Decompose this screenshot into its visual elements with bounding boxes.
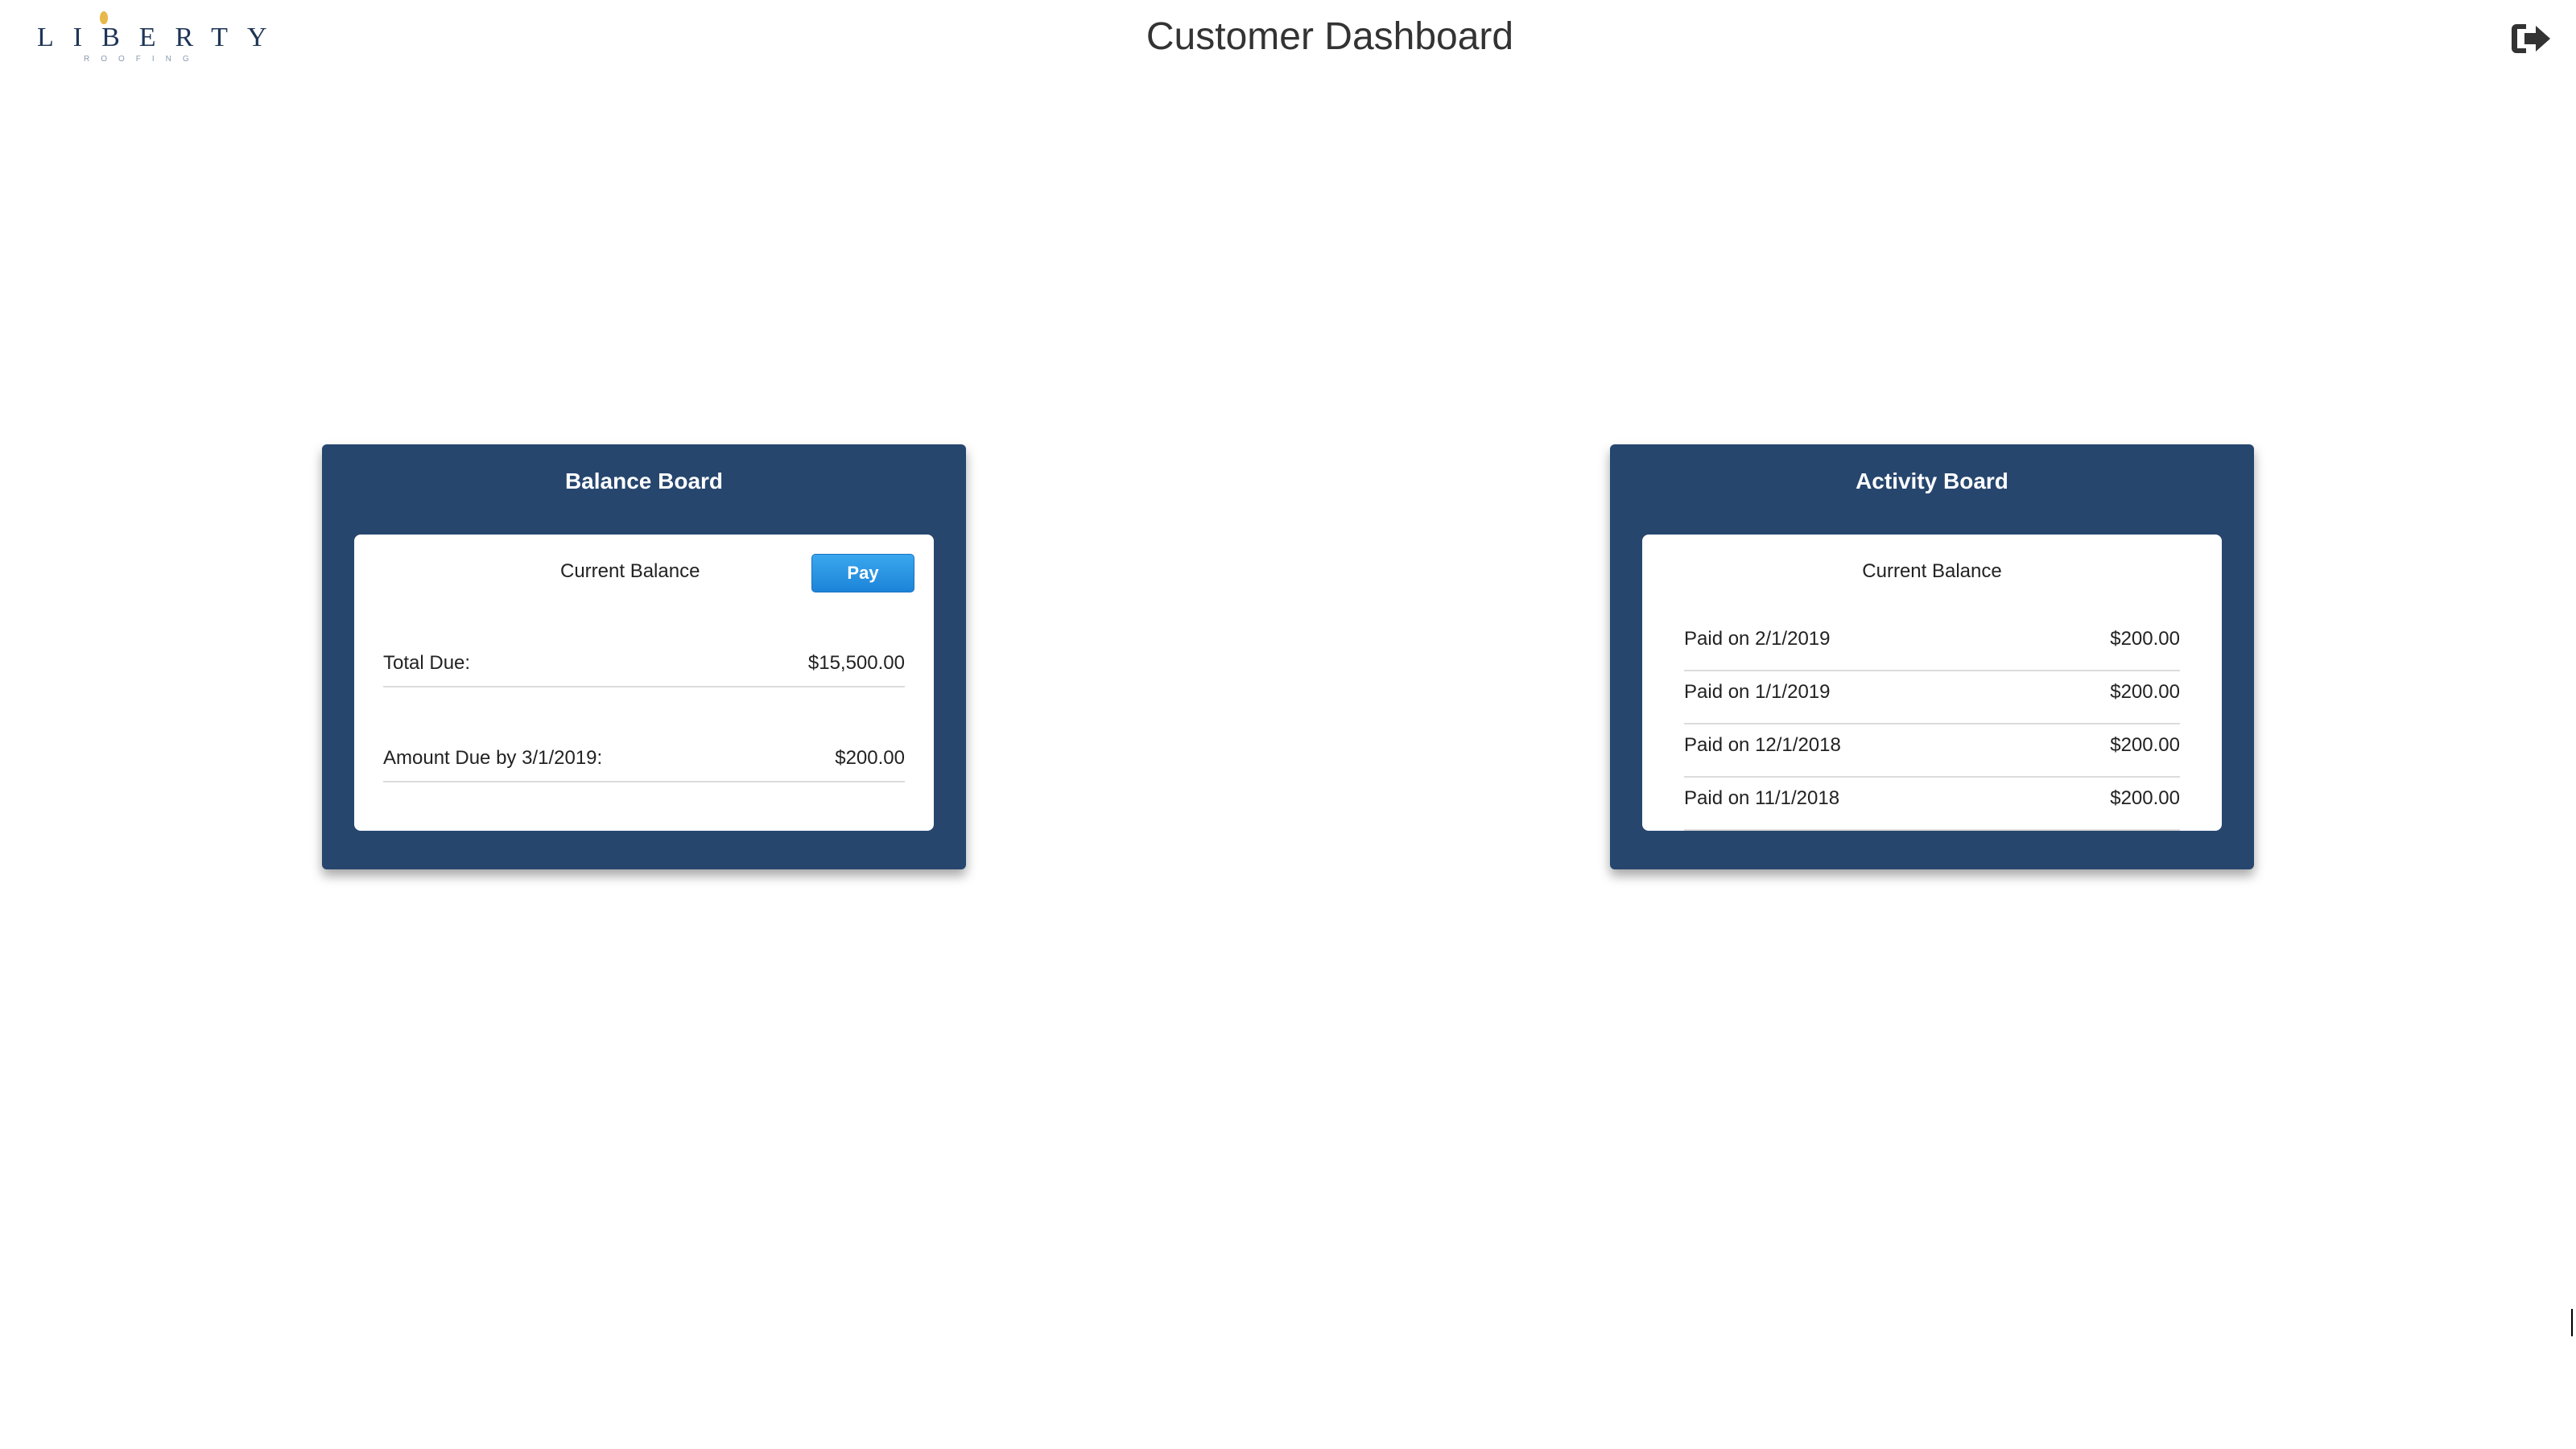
total-due-row: Total Due: $15,500.00 xyxy=(383,644,905,687)
payment-amount: $200.00 xyxy=(2110,787,2180,809)
logout-button[interactable] xyxy=(2510,21,2552,56)
current-balance-heading: Current Balance xyxy=(560,560,700,582)
payment-date-label: Paid on 2/1/2019 xyxy=(1684,628,1831,650)
balance-board-card: Current Balance Pay Total Due: $15,500.0… xyxy=(354,535,934,831)
payment-date-label: Paid on 11/1/2018 xyxy=(1684,787,1840,809)
list-item: Paid on 2/1/2019 $200.00 xyxy=(1684,618,2180,671)
activity-board-card: Current Balance Paid on 2/1/2019 $200.00… xyxy=(1642,535,2222,831)
activity-list: Paid on 2/1/2019 $200.00 Paid on 1/1/201… xyxy=(1684,618,2180,831)
top-header: LIBERTY ROOFING Customer Dashboard xyxy=(0,0,2576,89)
amount-due-label: Amount Due by 3/1/2019: xyxy=(383,747,603,769)
sign-out-icon xyxy=(2512,24,2550,53)
list-item: Paid on 1/1/2019 $200.00 xyxy=(1684,671,2180,724)
payment-amount: $200.00 xyxy=(2110,734,2180,756)
list-item: Paid on 12/1/2018 $200.00 xyxy=(1684,724,2180,778)
balance-board-title: Balance Board xyxy=(564,469,724,493)
payment-amount: $200.00 xyxy=(2110,628,2180,650)
text-cursor xyxy=(2571,1309,2573,1336)
activity-heading: Current Balance xyxy=(1862,560,2002,582)
activity-board: Activity Board Current Balance Paid on 2… xyxy=(1610,444,2254,869)
pay-button[interactable]: Pay xyxy=(811,554,914,592)
total-due-label: Total Due: xyxy=(383,652,471,674)
total-due-value: $15,500.00 xyxy=(807,652,905,674)
payment-amount: $200.00 xyxy=(2110,681,2180,703)
activity-board-title: Activity Board xyxy=(1856,469,2008,493)
page-title: Customer Dashboard xyxy=(1146,15,1514,58)
payment-date-label: Paid on 12/1/2018 xyxy=(1684,734,1841,756)
balance-board: Balance Board Current Balance Pay Total … xyxy=(322,444,966,869)
payment-date-label: Paid on 1/1/2019 xyxy=(1684,681,1831,703)
amount-due-row: Amount Due by 3/1/2019: $200.00 xyxy=(383,739,905,782)
amount-due-value: $200.00 xyxy=(835,747,905,769)
list-item: Paid on 11/1/2018 $200.00 xyxy=(1684,778,2180,831)
